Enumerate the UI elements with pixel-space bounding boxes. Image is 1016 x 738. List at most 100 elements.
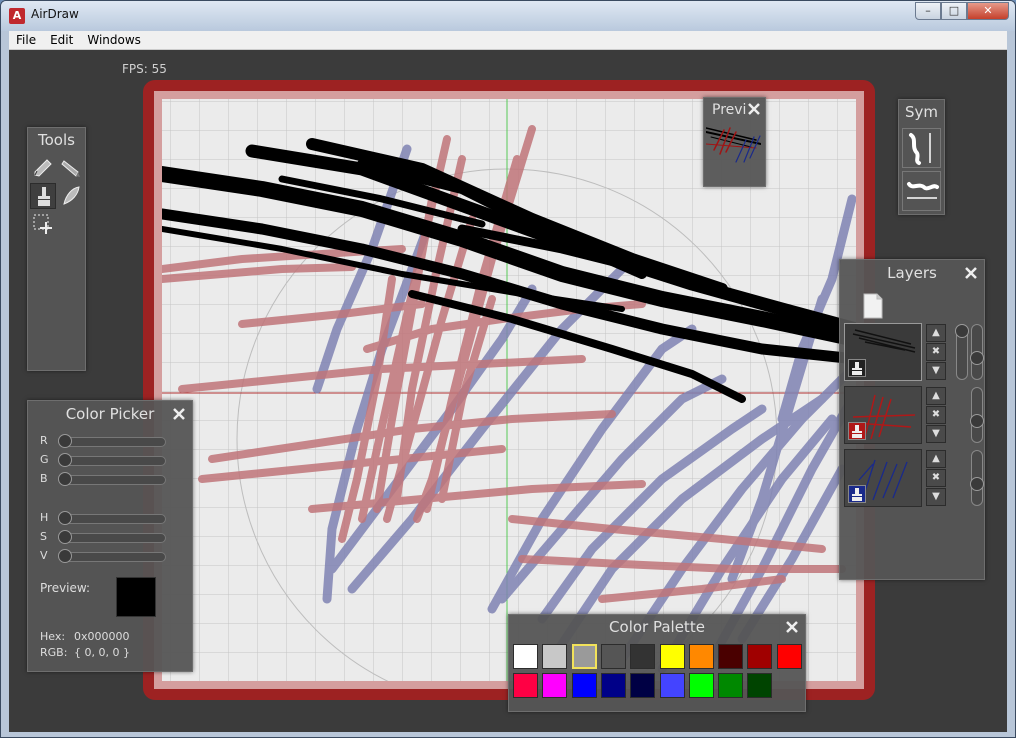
menu-file[interactable]: File [9, 31, 43, 49]
horizontal-mirror-icon [907, 182, 939, 199]
app-icon: A [9, 8, 25, 24]
preview-thumbnail [706, 127, 761, 163]
color-swatch[interactable] [542, 644, 568, 669]
layer-1-opacity-slider[interactable] [955, 324, 969, 380]
color-swatch[interactable] [513, 673, 538, 698]
color-swatch[interactable] [718, 673, 744, 698]
color-swatch[interactable] [630, 673, 656, 698]
layer-1-down-button[interactable]: ▼ [926, 362, 946, 380]
marker-icon [61, 160, 80, 177]
layer-1-delete-button[interactable]: ✖ [926, 343, 946, 361]
menu-edit[interactable]: Edit [43, 31, 80, 49]
color-swatch[interactable] [747, 673, 773, 698]
blue-slider[interactable]: B [40, 472, 190, 486]
color-swatch[interactable] [776, 644, 802, 669]
color-swatch[interactable] [688, 673, 714, 698]
fps-counter: FPS: 55 [122, 62, 167, 76]
color-swatch[interactable] [542, 673, 568, 698]
layer-1-badge [848, 359, 866, 377]
value-slider[interactable]: V [40, 549, 190, 563]
color-swatch[interactable] [600, 644, 626, 669]
layer-3-opacity-slider[interactable] [970, 450, 984, 506]
slider-knob[interactable] [58, 453, 72, 467]
feather-tool[interactable] [58, 183, 84, 209]
red-slider[interactable]: R [40, 434, 190, 448]
layer-2-thumbnail[interactable] [844, 386, 922, 444]
workspace: FPS: 55 Tools Previ Sym Layers ▲ ✖ ▼ ▲ ✖… [9, 50, 1007, 732]
slider-label-h: H [40, 511, 49, 524]
color-swatch[interactable] [571, 644, 597, 669]
layer-3-down-button[interactable]: ▼ [926, 488, 946, 506]
layer-3-thumbnail[interactable] [844, 449, 922, 507]
color-swatch[interactable] [659, 673, 685, 698]
slider-knob[interactable] [970, 351, 984, 365]
menu-bar: File Edit Windows [9, 31, 1007, 50]
color-swatch[interactable] [718, 644, 744, 669]
slider-track[interactable] [62, 552, 166, 562]
rgb-value: { 0, 0, 0 } [74, 646, 130, 659]
layers-panel: Layers ▲ ✖ ▼ ▲ ✖ ▼ ▲ ✖ ▼ [839, 259, 985, 580]
close-icon[interactable] [172, 407, 186, 421]
slider-knob[interactable] [58, 530, 72, 544]
saturation-slider[interactable]: S [40, 530, 190, 544]
slider-track[interactable] [62, 475, 166, 485]
close-icon[interactable] [964, 266, 978, 280]
color-swatch[interactable] [571, 673, 597, 698]
slider-knob[interactable] [970, 477, 984, 491]
slider-knob[interactable] [58, 434, 72, 448]
color-swatch[interactable] [747, 644, 773, 669]
slider-track[interactable] [62, 533, 166, 543]
layer-3-up-button[interactable]: ▲ [926, 450, 946, 468]
pencil-tool[interactable] [30, 155, 56, 181]
symmetry-title: Sym [904, 103, 938, 121]
slider-knob[interactable] [58, 511, 72, 525]
close-icon[interactable] [785, 620, 799, 634]
layer-3-delete-button[interactable]: ✖ [926, 469, 946, 487]
color-swatch[interactable] [513, 644, 538, 669]
slider-knob[interactable] [955, 324, 969, 338]
vertical-mirror-icon [909, 133, 931, 165]
layer-2-delete-button[interactable]: ✖ [926, 406, 946, 424]
window-controls: – □ ✕ [915, 2, 1009, 20]
slider-label-r: R [40, 434, 48, 447]
preview-panel: Previ [703, 97, 766, 187]
slider-track[interactable] [62, 514, 166, 524]
layers-title: Layers [887, 264, 937, 282]
color-swatch[interactable] [688, 644, 714, 669]
brush-tool[interactable] [30, 183, 56, 209]
close-icon[interactable] [747, 102, 761, 116]
new-layer-icon[interactable] [862, 293, 884, 319]
selection-tool[interactable] [30, 211, 56, 237]
tools-title: Tools [38, 131, 75, 149]
brush-icon [852, 488, 862, 501]
hue-slider[interactable]: H [40, 511, 190, 525]
layer-2-up-button[interactable]: ▲ [926, 387, 946, 405]
color-palette-panel: Color Palette [508, 614, 806, 712]
horizontal-symmetry-button[interactable] [902, 171, 941, 211]
green-slider[interactable]: G [40, 453, 190, 467]
color-swatch[interactable] [659, 644, 685, 669]
marker-tool[interactable] [58, 155, 84, 181]
layer-2-down-button[interactable]: ▼ [926, 425, 946, 443]
title-bar[interactable]: A AirDraw – □ ✕ [1, 1, 1015, 31]
close-button[interactable]: ✕ [967, 2, 1009, 20]
color-swatch[interactable] [600, 673, 626, 698]
slider-knob[interactable] [970, 414, 984, 428]
slider-track[interactable] [62, 437, 166, 447]
hex-value: 0x000000 [74, 630, 130, 643]
brush-icon [852, 425, 862, 438]
menu-windows[interactable]: Windows [80, 31, 148, 49]
layer-1-thumbnail[interactable] [844, 323, 922, 381]
vertical-symmetry-button[interactable] [902, 128, 941, 168]
feather-icon [63, 186, 80, 205]
layer-2-opacity-slider[interactable] [970, 387, 984, 443]
color-swatch[interactable] [630, 644, 656, 669]
slider-knob[interactable] [58, 472, 72, 486]
layer-2-badge [848, 422, 866, 440]
slider-track[interactable] [62, 456, 166, 466]
slider-knob[interactable] [58, 549, 72, 563]
layer-1-up-button[interactable]: ▲ [926, 324, 946, 342]
minimize-button[interactable]: – [915, 2, 941, 20]
layer-1-opacity-slider-2[interactable] [970, 324, 984, 380]
maximize-button[interactable]: □ [941, 2, 967, 20]
